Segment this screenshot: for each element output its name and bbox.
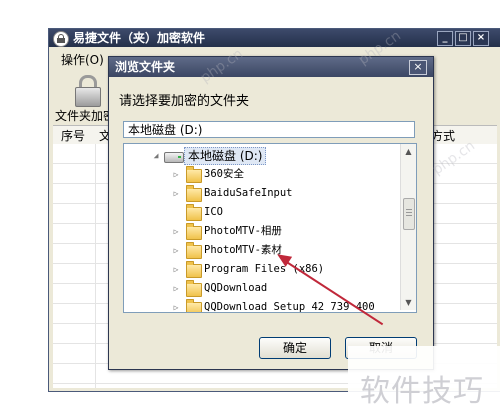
scroll-down-arrow-icon[interactable]: ▼ bbox=[401, 295, 416, 310]
selected-path-field[interactable]: 本地磁盘 (D:) bbox=[123, 121, 415, 138]
dialog-title: 浏览文件夹 bbox=[115, 60, 176, 74]
tree-folder-label: PhotoMTV-相册 bbox=[204, 225, 282, 237]
tree-folder-label: QQDownload_Setup_42_739_400 bbox=[204, 301, 375, 313]
column-index[interactable]: 序号 bbox=[61, 127, 85, 144]
folder-icon bbox=[186, 204, 202, 221]
folder-icon bbox=[186, 299, 202, 312]
main-window-title: 易捷文件（夹）加密软件 bbox=[73, 31, 206, 45]
corner-watermark: 软件技巧 bbox=[348, 346, 500, 418]
folder-encrypt-button[interactable]: 文件夹加密 bbox=[53, 71, 116, 123]
folder-icon bbox=[186, 185, 202, 202]
minimize-button[interactable]: _ bbox=[437, 31, 453, 46]
tree-folder-item[interactable]: ▷ BaiduSafeInput bbox=[124, 184, 400, 203]
dialog-titlebar[interactable]: 浏览文件夹 × bbox=[109, 57, 433, 77]
expand-arrow-icon[interactable]: ▷ bbox=[172, 279, 180, 298]
corner-watermark-text: 软件技巧 bbox=[360, 374, 484, 409]
ok-button[interactable]: 确定 bbox=[259, 337, 331, 359]
expand-arrow-icon[interactable]: ▷ bbox=[172, 298, 180, 312]
folder-encrypt-label: 文件夹加密 bbox=[55, 109, 116, 123]
expand-arrow-icon[interactable]: ▷ bbox=[172, 165, 180, 184]
folder-tree[interactable]: ◢ 本地磁盘 (D:) ▷ 360安全 ▷ BaiduSafeInput ICO… bbox=[123, 143, 417, 313]
close-button[interactable]: × bbox=[473, 31, 489, 46]
folder-icon bbox=[186, 261, 202, 278]
collapse-arrow-icon[interactable]: ◢ bbox=[152, 146, 160, 165]
tree-folder-label: 360安全 bbox=[204, 168, 244, 180]
menu-operations[interactable]: 操作(O) bbox=[61, 51, 104, 68]
dialog-prompt: 请选择要加密的文件夹 bbox=[119, 94, 250, 109]
column-method[interactable]: 方式 bbox=[431, 127, 455, 144]
expand-arrow-icon[interactable]: ▷ bbox=[172, 241, 180, 260]
tree-root-label: 本地磁盘 (D:) bbox=[184, 147, 267, 165]
tree-folder-item[interactable]: ▷ PhotoMTV-素材 bbox=[124, 241, 400, 260]
tree-folder-label: PhotoMTV-素材 bbox=[204, 244, 282, 256]
tree-folder-label: ICO bbox=[204, 206, 223, 218]
drive-icon bbox=[164, 152, 184, 163]
tree-root-drive[interactable]: ◢ 本地磁盘 (D:) bbox=[124, 146, 400, 165]
folder-icon bbox=[186, 280, 202, 297]
lock-icon bbox=[75, 75, 101, 107]
folder-icon bbox=[186, 166, 202, 183]
tree-folder-item[interactable]: ▷ QQDownload bbox=[124, 279, 400, 298]
tree-folder-item[interactable]: ▷ PhotoMTV-相册 bbox=[124, 222, 400, 241]
browse-folder-dialog: 浏览文件夹 × 请选择要加密的文件夹 本地磁盘 (D:) ◢ 本地磁盘 (D:)… bbox=[108, 56, 434, 370]
tree-folder-label: QQDownload bbox=[204, 282, 268, 294]
lock-app-icon bbox=[53, 31, 69, 47]
tree-folder-label: BaiduSafeInput bbox=[204, 187, 293, 199]
tree-scrollbar[interactable]: ▲ ▼ bbox=[400, 144, 416, 310]
scroll-up-arrow-icon[interactable]: ▲ bbox=[401, 144, 416, 159]
scroll-thumb[interactable] bbox=[403, 198, 415, 230]
expand-arrow-icon[interactable]: ▷ bbox=[172, 260, 180, 279]
tree-folder-item[interactable]: ▷ Program Files (x86) bbox=[124, 260, 400, 279]
dialog-close-button[interactable]: × bbox=[409, 60, 427, 75]
maximize-button[interactable]: □ bbox=[455, 31, 471, 46]
folder-icon bbox=[186, 223, 202, 240]
expand-arrow-icon[interactable]: ▷ bbox=[172, 184, 180, 203]
expand-arrow-icon[interactable]: ▷ bbox=[172, 222, 180, 241]
main-titlebar[interactable]: 易捷文件（夹）加密软件 _ □ × bbox=[49, 29, 500, 47]
tree-folder-item[interactable]: ICO bbox=[124, 203, 400, 222]
folder-icon bbox=[186, 242, 202, 259]
tree-folder-item[interactable]: ▷ QQDownload_Setup_42_739_400 bbox=[124, 298, 400, 313]
tree-folder-item[interactable]: ▷ 360安全 bbox=[124, 165, 400, 184]
